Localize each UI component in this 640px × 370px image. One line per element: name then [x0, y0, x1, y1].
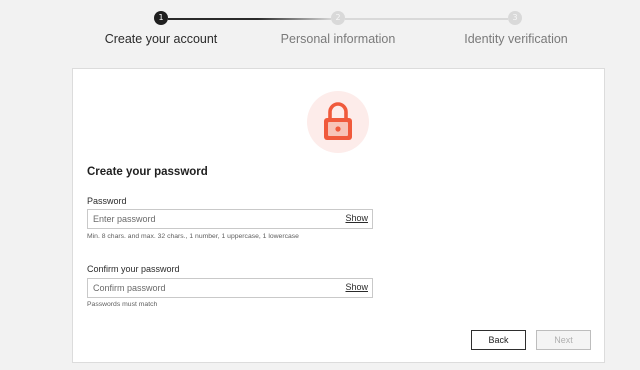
lock-icon	[324, 102, 352, 140]
show-confirm-password-toggle[interactable]: Show	[345, 282, 368, 292]
step-3-indicator: 3	[508, 11, 522, 25]
step-1-label: Create your account	[104, 32, 218, 46]
back-button[interactable]: Back	[471, 330, 526, 350]
step-connector-1	[168, 18, 331, 20]
step-1-indicator: 1	[154, 11, 168, 25]
step-2-indicator: 2	[331, 11, 345, 25]
password-label: Password	[87, 196, 127, 206]
confirm-password-label: Confirm your password	[87, 264, 180, 274]
show-password-toggle[interactable]: Show	[345, 213, 368, 223]
confirm-password-field-wrapper: Show	[87, 278, 373, 298]
step-2-label: Personal information	[280, 32, 396, 46]
confirm-password-input[interactable]	[93, 281, 333, 295]
form-title: Create your password	[87, 166, 208, 178]
password-hint: Min. 8 chars. and max. 32 chars., 1 numb…	[87, 233, 299, 240]
password-card: Create your password Password Show Min. …	[72, 68, 605, 363]
progress-stepper: 1 2 3 Create your account Personal infor…	[0, 0, 640, 60]
password-field-wrapper: Show	[87, 209, 373, 229]
confirm-password-hint: Passwords must match	[87, 301, 158, 308]
next-button[interactable]: Next	[536, 330, 591, 350]
lock-badge	[307, 91, 369, 153]
step-connector-2	[345, 18, 508, 20]
password-input[interactable]	[93, 212, 333, 226]
step-3-label: Identity verification	[464, 32, 568, 46]
